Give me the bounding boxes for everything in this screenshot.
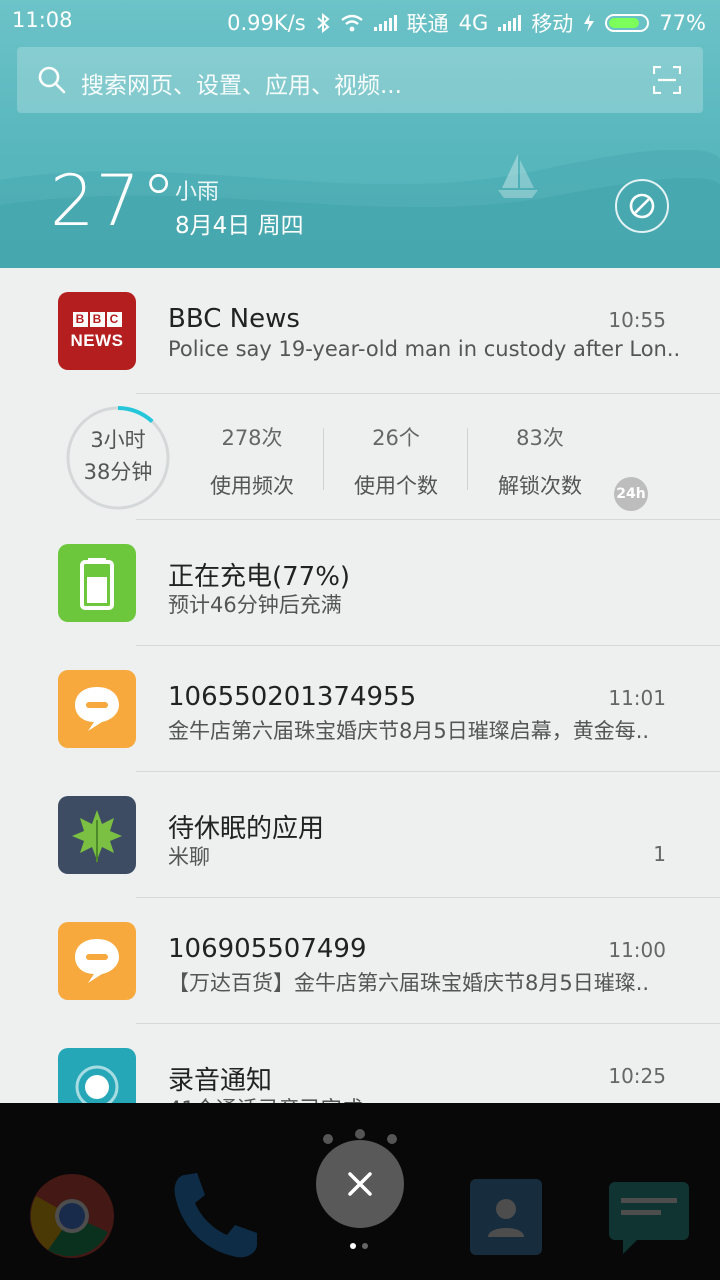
- notification-panel: BBC NEWS BBC News Police say 19-year-old…: [0, 268, 720, 1103]
- notification-title: BBC News: [168, 304, 300, 334]
- weather-header: 11:08 0.99K/s 联通 4G 移动 77% 搜索网页、设置、应用、视频…: [0, 0, 720, 268]
- signal-icon-2: [498, 15, 522, 31]
- chrome-icon[interactable]: [28, 1172, 116, 1260]
- search-icon: [38, 66, 66, 94]
- notification-text: 【万达百货】金牛店第六届珠宝婚庆节8月5日璀璨..: [168, 971, 650, 995]
- phone-icon[interactable]: [165, 1165, 265, 1265]
- stat-unlocks: 83次 解锁次数: [470, 422, 610, 500]
- stat-label: 使用频次: [210, 474, 294, 498]
- contacts-icon[interactable]: [466, 1175, 546, 1259]
- notification-hibernate[interactable]: 待休眠的应用 米聊 1: [0, 772, 720, 898]
- weather-date: 8月4日 周四: [175, 213, 304, 239]
- stat-frequency: 278次 使用频次: [182, 422, 322, 500]
- bbc-news-icon: BBC NEWS: [58, 292, 136, 370]
- stat-separator: [467, 428, 468, 490]
- status-bar: 11:08 0.99K/s 联通 4G 移动 77%: [0, 0, 720, 42]
- stat-value: 83次: [516, 426, 564, 450]
- page-dot: [350, 1243, 356, 1249]
- notification-text: 米聊: [168, 845, 210, 869]
- notification-sms-1[interactable]: 106550201374955 金牛店第六届珠宝婚庆节8月5日璀璨启幕，黄金每.…: [0, 646, 720, 772]
- notification-time: 11:00: [608, 938, 666, 962]
- battery-icon: [605, 14, 650, 32]
- notification-time: 10:25: [608, 1064, 666, 1088]
- close-icon: [348, 1172, 372, 1196]
- wifi-icon: [340, 14, 363, 32]
- notification-title: 录音通知: [168, 1066, 273, 1096]
- search-bar[interactable]: 搜索网页、设置、应用、视频...: [17, 47, 703, 113]
- network-speed: 0.99K/s: [227, 11, 306, 35]
- notification-text: 金牛店第六届珠宝婚庆节8月5日璀璨启幕，黄金每..: [168, 719, 650, 743]
- notification-text: Police say 19-year-old man in custody af…: [168, 337, 681, 361]
- recorder-icon: [58, 1048, 136, 1103]
- message-icon: [58, 670, 136, 748]
- network-type: 4G: [458, 11, 489, 35]
- stat-value: 26个: [372, 426, 420, 450]
- clear-notifications-button[interactable]: [615, 179, 669, 233]
- close-button[interactable]: [316, 1140, 404, 1228]
- 24h-badge: 24h: [614, 477, 648, 511]
- notification-text: 预计46分钟后充满: [168, 593, 342, 617]
- notification-count: 1: [653, 842, 666, 866]
- stat-app-count: 26个 使用个数: [326, 422, 466, 500]
- scan-icon[interactable]: [653, 66, 681, 94]
- stat-value: 278次: [221, 426, 283, 450]
- notification-time: 11:01: [608, 686, 666, 710]
- notification-title: 106550201374955: [168, 682, 417, 712]
- sailboat-icon: [498, 154, 538, 198]
- block-icon: [629, 193, 655, 219]
- messages-icon[interactable]: [605, 1178, 693, 1258]
- usage-minutes: 38分钟: [83, 460, 153, 484]
- usage-hours: 3小时: [90, 428, 146, 452]
- notification-sms-2[interactable]: 106905507499 【万达百货】金牛店第六届珠宝婚庆节8月5日璀璨.. 1…: [0, 898, 720, 1024]
- battery-percent: 77%: [659, 11, 706, 35]
- greenify-leaf-icon: [58, 796, 136, 874]
- carrier-2: 移动: [531, 12, 574, 36]
- page-dot: [362, 1243, 368, 1249]
- temperature: 27°: [50, 160, 178, 242]
- search-placeholder: 搜索网页、设置、应用、视频...: [81, 73, 402, 99]
- notification-title: 正在充电(77%): [168, 562, 351, 592]
- notification-title: 待休眠的应用: [168, 814, 325, 844]
- stat-separator: [323, 428, 324, 490]
- notification-text: 41个通话录音已完成: [168, 1093, 363, 1103]
- notification-charging[interactable]: 正在充电(77%) 预计46分钟后充满: [0, 520, 720, 646]
- charging-bolt-icon: [584, 14, 595, 32]
- usage-duration: 3小时 38分钟: [64, 424, 172, 488]
- weather-description: 小雨: [175, 180, 220, 205]
- page-dots: [350, 1243, 368, 1249]
- bluetooth-icon: [317, 13, 330, 33]
- notification-title: 106905507499: [168, 934, 367, 964]
- battery-charging-icon: [58, 544, 136, 622]
- notification-bbc[interactable]: BBC NEWS BBC News Police say 19-year-old…: [0, 268, 720, 394]
- message-icon: [58, 922, 136, 1000]
- status-right: 0.99K/s 联通 4G 移动 77%: [227, 8, 706, 38]
- stat-label: 解锁次数: [498, 474, 582, 498]
- notification-time: 10:55: [608, 308, 666, 332]
- carrier-1: 联通: [406, 12, 449, 36]
- signal-icon: [373, 15, 397, 31]
- notification-recorder[interactable]: 录音通知 41个通话录音已完成 10:25: [0, 1024, 720, 1103]
- stat-label: 使用个数: [354, 474, 438, 498]
- usage-stats[interactable]: 3小时 38分钟 278次 使用频次 26个 使用个数 83次 解锁次数 24h: [0, 394, 720, 520]
- status-time: 11:08: [12, 8, 73, 32]
